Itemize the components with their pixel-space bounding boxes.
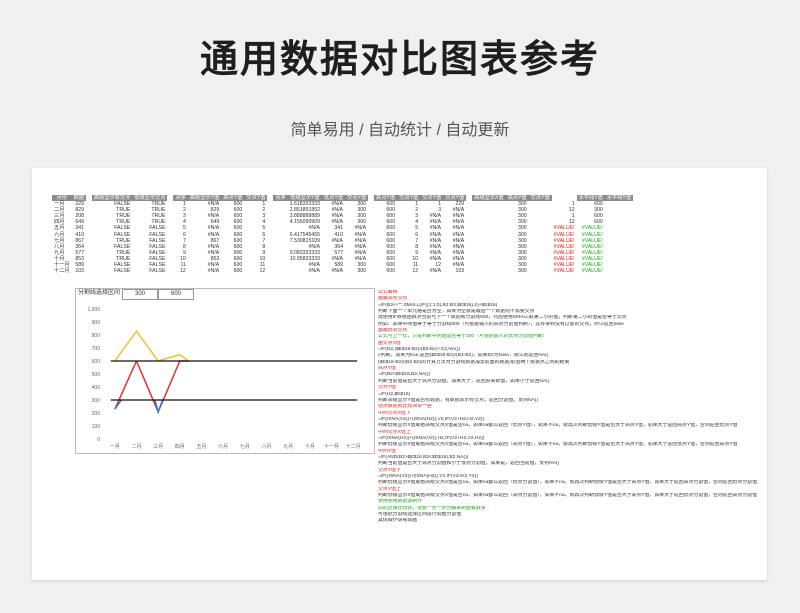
table-cell[interactable]: 103: [443, 268, 466, 274]
table-cell[interactable]: #N/A: [322, 268, 345, 274]
table-cell[interactable]: FALSE: [92, 268, 132, 274]
table-cell[interactable]: 600: [374, 268, 397, 274]
table-cell[interactable]: #VALUE!: [552, 232, 577, 238]
x-tick-label: 九月: [283, 443, 293, 450]
y-tick-label: 100: [92, 424, 101, 430]
column-gap: [528, 268, 552, 275]
x-tick-label: 七月: [240, 443, 250, 450]
table-cell[interactable]: 十二月: [52, 268, 72, 274]
y-tick-label: 400: [92, 385, 101, 391]
table-cell: [472, 268, 505, 274]
table-cell[interactable]: 12: [397, 268, 420, 274]
x-tick-label: 八月: [261, 444, 271, 450]
spreadsheet-preview: 月份 数据 高级显示有交点 低级显示交点 点序 高级显示Y值 高点Y值 交点Y值 点序 低级显示Y…: [32, 168, 767, 580]
y-tick-label: 700: [92, 346, 101, 352]
y-tick-label: 0: [97, 437, 100, 443]
page-title: 通用数据对比图表参考: [199, 39, 600, 81]
y-tick-label: 900: [92, 320, 101, 326]
x-tick-label: 十一月: [324, 443, 339, 450]
formula-notes: 公式解释 画最高有交点 =IF(B3<+"",SMALL(IF((1:1:0),B2…: [378, 290, 758, 525]
x-tick-label: 十月: [305, 443, 315, 450]
chart-svg: 1,000 900 800 700 600 500 400 300 200 100 0 一月 二月 三月 四…: [87, 307, 361, 450]
table-cell[interactable]: #N/A: [288, 268, 322, 274]
column-header: 水平线Y值: [604, 195, 634, 202]
table-cell[interactable]: 12: [173, 268, 187, 274]
x-tick-label: 十二月: [346, 443, 361, 450]
formula-note-line: 判断低级显示X值或者高级交点X值是否na，如果na都么返回（低点分割值），如果不…: [378, 480, 758, 486]
table-cell[interactable]: #VALUE!: [552, 238, 577, 244]
table-cell: [273, 268, 287, 274]
range-low-input[interactable]: 300: [122, 289, 159, 300]
comparison-chart: 1,000 900 800 700 600 500 400 300 200 100 0 一月 二月 三月 四…: [75, 288, 375, 454]
table-cell[interactable]: FALSE: [132, 268, 167, 274]
data-table: 月份 数据 高级显示有交点 低级显示交点 点序 高级显示Y值 高点Y值 交点Y值 点序 低级显示Y…: [52, 195, 634, 275]
series-line-mid: [114, 360, 138, 410]
table-cell[interactable]: #VALUE!: [552, 268, 577, 274]
page-subtitle: 简单易用 / 自动统计 / 自动更新: [290, 122, 510, 139]
y-tick-label: 600: [92, 359, 101, 365]
x-tick-label: 四月: [175, 444, 185, 450]
range-selector-label: 分割线选择区间: [78, 290, 121, 296]
y-tick-label: 800: [92, 333, 101, 339]
x-tick-label: 三月: [153, 444, 163, 450]
table-row: 十二月 103 FALSE FALSE 12 #N/A 600 12 #N/A #N/A 300 60…: [52, 268, 633, 275]
table-cell[interactable]: #VALUE!: [552, 225, 577, 231]
series-line-high: [114, 329, 159, 362]
table-cell[interactable]: #N/A: [420, 268, 443, 274]
series-line-high: [157, 353, 189, 362]
table-cell[interactable]: 300: [506, 268, 529, 274]
x-tick-label: 五月: [196, 444, 206, 450]
x-tick-label: 一月: [110, 444, 120, 450]
formula-note-line: 具体操作请看动画: [378, 518, 418, 524]
y-tick-label: 500: [92, 372, 101, 378]
table-cell[interactable]: 7.530815109: [288, 238, 322, 244]
x-tick-label: 六月: [218, 443, 228, 450]
column-header: 点序: [273, 195, 288, 202]
y-tick-label: 200: [92, 411, 101, 417]
formula-note-line: 判断低级显示X值或者高级交点X值是否na，如果na都么返回（低点Y值），如果不n…: [378, 423, 738, 429]
formula-note-line: 判断低级显示X值或者高级交点X值是否na，如果na都么返回（高点分割值），如果不…: [378, 493, 758, 498]
y-tick-label: 300: [92, 398, 101, 404]
range-high-input[interactable]: 600: [158, 289, 195, 300]
table-cell[interactable]: 12: [244, 268, 267, 274]
formula-note-line: 判断低级显示X值或者高级交点X值是否na，如果na都么返回（高点Y值），如果不n…: [378, 442, 738, 448]
range-selector: 分割线选择区间 300 600: [76, 289, 195, 300]
table-cell[interactable]: 600: [221, 268, 244, 274]
table-cell[interactable]: #VALUE!: [552, 244, 577, 250]
table-cell[interactable]: #VALUE!: [577, 268, 605, 274]
table-cell[interactable]: #N/A: [188, 268, 221, 274]
x-tick-label: 二月: [131, 444, 141, 450]
table-cell[interactable]: 103: [72, 268, 86, 274]
column-header: 交点Y值: [528, 195, 552, 202]
y-tick-label: 1,000: [87, 307, 100, 313]
column-header: 高级显示X值: [472, 195, 506, 202]
table-cell[interactable]: 6.417545455: [288, 232, 322, 238]
series-line-mid: [135, 360, 189, 414]
table-cell[interactable]: 300: [345, 268, 368, 274]
